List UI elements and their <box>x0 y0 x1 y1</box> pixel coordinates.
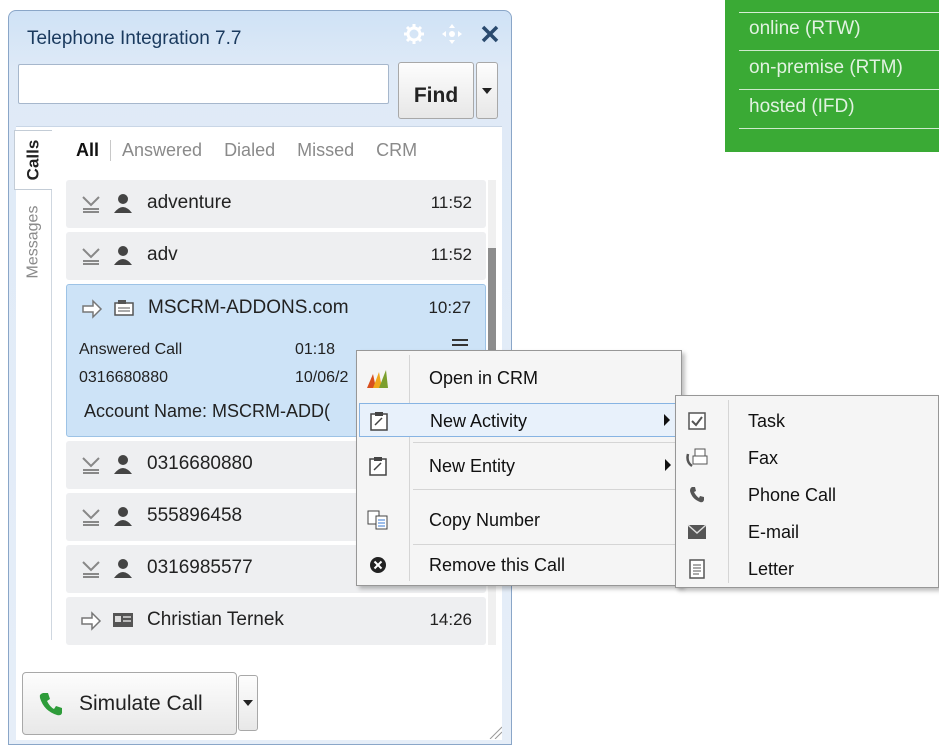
call-item[interactable]: adv 11:52 <box>66 232 486 280</box>
contact-icon <box>114 455 132 474</box>
menu-new-activity[interactable]: New Activity <box>359 403 679 437</box>
missed-call-icon <box>82 248 100 265</box>
missed-call-icon <box>82 457 100 474</box>
clipboard-icon <box>368 410 390 432</box>
filter-all[interactable]: All <box>76 140 112 161</box>
account-icon <box>114 300 134 316</box>
more-menu-icon[interactable] <box>452 338 468 348</box>
call-context-menu: Open in CRM New Activity New Entity Copy… <box>356 350 682 586</box>
filter-missed[interactable]: Missed <box>297 140 354 161</box>
filter-dialed[interactable]: Dialed <box>224 140 275 161</box>
find-dropdown-button[interactable] <box>476 62 498 119</box>
submenu-email[interactable]: E-mail <box>678 515 936 549</box>
filter-crm[interactable]: CRM <box>376 140 417 161</box>
checkbox-icon <box>686 410 708 432</box>
submenu-fax[interactable]: Fax <box>678 441 936 475</box>
contact-icon <box>114 559 132 578</box>
close-icon[interactable] <box>479 23 501 45</box>
deployment-option-onpremise[interactable]: on-premise (RTM) <box>739 52 939 90</box>
move-icon[interactable] <box>441 23 463 45</box>
call-date: 10/06/2 <box>295 369 349 386</box>
window-title: Telephone Integration 7.7 <box>27 28 242 49</box>
simulate-call-dropdown-button[interactable] <box>238 675 258 731</box>
answered-call-arrow-icon <box>82 299 103 319</box>
deployment-option-hosted[interactable]: hosted (IFD) <box>739 91 939 129</box>
submenu-arrow-icon <box>664 414 670 426</box>
submenu-letter[interactable]: Letter <box>678 552 936 586</box>
resize-grip-icon[interactable] <box>488 725 502 739</box>
submenu-task[interactable]: Task <box>678 404 936 438</box>
phone-icon <box>39 692 62 715</box>
answered-call-arrow-icon <box>81 611 102 631</box>
call-account-name: Account Name: MSCRM-ADD( <box>84 401 331 421</box>
menu-copy-number[interactable]: Copy Number <box>359 503 679 537</box>
contact-icon <box>114 194 132 213</box>
chevron-down-icon <box>482 87 492 94</box>
deployment-panel: online (RTW) on-premise (RTM) hosted (IF… <box>725 0 939 152</box>
copy-icon <box>367 509 389 531</box>
crm-logo-icon <box>367 367 389 389</box>
filter-answered[interactable]: Answered <box>122 140 202 161</box>
call-item[interactable]: Christian Ternek 14:26 <box>66 597 486 645</box>
fax-icon <box>686 447 708 469</box>
chevron-down-icon <box>243 700 253 706</box>
call-duration: 01:18 <box>295 341 336 358</box>
vertical-tab-strip: Calls Messages <box>14 130 52 640</box>
contact-card-icon <box>113 613 133 627</box>
contact-icon <box>114 507 132 526</box>
contact-icon <box>114 246 132 265</box>
submenu-phone-call[interactable]: Phone Call <box>678 478 936 512</box>
missed-call-icon <box>82 196 100 213</box>
title-bar-controls <box>403 23 501 45</box>
new-activity-submenu: Task Fax Phone Call E-mail Letter <box>675 395 939 588</box>
search-input[interactable] <box>18 64 389 104</box>
missed-call-icon <box>82 561 100 578</box>
call-number: 0316680880 <box>79 369 168 386</box>
clipboard-icon <box>367 455 389 477</box>
tab-calls[interactable]: Calls <box>14 130 52 190</box>
menu-new-entity[interactable]: New Entity <box>359 449 679 483</box>
remove-circle-icon <box>367 554 389 576</box>
menu-remove-call[interactable]: Remove this Call <box>359 548 679 582</box>
submenu-arrow-icon <box>665 459 671 471</box>
menu-open-in-crm[interactable]: Open in CRM <box>359 361 679 395</box>
call-item[interactable]: adventure 11:52 <box>66 180 486 228</box>
letter-document-icon <box>686 558 708 580</box>
find-button[interactable]: Find <box>398 62 474 119</box>
tab-messages[interactable]: Messages <box>14 192 52 292</box>
envelope-icon <box>686 521 708 543</box>
settings-gear-icon[interactable] <box>403 23 425 45</box>
call-filter-bar: All Answered Dialed Missed CRM <box>76 140 439 161</box>
simulate-call-button[interactable]: Simulate Call <box>22 672 237 735</box>
missed-call-icon <box>82 509 100 526</box>
call-status: Answered Call <box>79 341 183 358</box>
phone-icon <box>686 484 708 506</box>
deployment-option-online[interactable]: online (RTW) <box>739 13 939 51</box>
